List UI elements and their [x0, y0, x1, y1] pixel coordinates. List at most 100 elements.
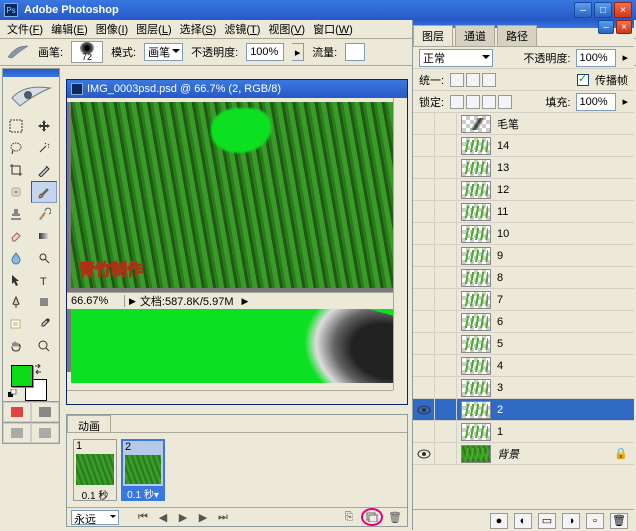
quickmask-mode-button[interactable] [31, 402, 59, 422]
lasso-tool[interactable] [3, 137, 29, 159]
visibility-toggle[interactable] [413, 421, 435, 442]
lock-paint-icon[interactable] [466, 95, 480, 109]
opacity-input[interactable]: 100% [246, 43, 284, 61]
layer-row[interactable]: 3 [413, 377, 634, 399]
link-cell[interactable] [435, 113, 457, 134]
dodge-tool[interactable] [31, 247, 57, 269]
unify-style-icon[interactable] [482, 73, 496, 87]
layer-row[interactable]: 7 [413, 289, 634, 311]
frame-delay[interactable]: 0.1 秒▾ [123, 486, 163, 499]
tab-channels[interactable]: 通道 [455, 25, 495, 46]
link-cell[interactable] [435, 421, 457, 442]
menu-view[interactable]: 视图(V) [265, 20, 308, 38]
layer-row[interactable]: 10 [413, 223, 634, 245]
zoom-tool[interactable] [31, 335, 57, 357]
canvas-main[interactable]: 青竹制作 [71, 102, 403, 288]
visibility-toggle[interactable] [413, 355, 435, 376]
gradient-tool[interactable] [31, 225, 57, 247]
layer-name[interactable]: 2 [495, 404, 634, 416]
layer-name[interactable]: 11 [495, 206, 634, 218]
visibility-toggle[interactable] [413, 113, 435, 134]
flow-input[interactable] [345, 43, 365, 61]
shape-tool[interactable] [31, 291, 57, 313]
move-tool[interactable] [31, 115, 57, 137]
layer-row[interactable]: 背景🔒 [413, 443, 634, 465]
menu-select[interactable]: 选择(S) [177, 20, 220, 38]
next-frame-button[interactable]: ▶ [195, 510, 211, 525]
visibility-toggle[interactable] [413, 245, 435, 266]
menu-file[interactable]: 文件(F) [4, 20, 46, 38]
lock-transparent-icon[interactable] [450, 95, 464, 109]
layer-row[interactable]: 5 [413, 333, 634, 355]
marquee-tool[interactable] [3, 115, 29, 137]
blend-mode-select[interactable]: 正常 [419, 49, 493, 67]
layer-name[interactable]: 8 [495, 272, 634, 284]
link-cell[interactable] [435, 135, 457, 156]
layer-row[interactable]: 1 [413, 421, 634, 443]
menu-filter[interactable]: 滤镜(T) [221, 20, 263, 38]
animation-frame[interactable]: 20.1 秒▾ [121, 439, 165, 501]
stamp-tool[interactable] [3, 203, 29, 225]
tab-layers[interactable]: 图层 [413, 25, 453, 46]
link-cell[interactable] [435, 355, 457, 376]
layer-name[interactable]: 3 [495, 382, 634, 394]
path-select-tool[interactable] [3, 269, 29, 291]
visibility-toggle[interactable] [413, 289, 435, 310]
lock-all-icon[interactable] [498, 95, 512, 109]
link-cell[interactable] [435, 179, 457, 200]
layer-style-button[interactable]: ● [490, 513, 508, 529]
link-cell[interactable] [435, 377, 457, 398]
layer-row[interactable]: 毛笔 [413, 113, 634, 135]
prev-frame-button[interactable]: ◀ [155, 510, 171, 525]
propagate-frame-checkbox[interactable] [577, 74, 589, 86]
layer-name[interactable]: 10 [495, 228, 634, 240]
visibility-toggle[interactable] [413, 135, 435, 156]
animation-frame[interactable]: 10.1 秒 [73, 439, 117, 501]
fill-input[interactable]: 100% [576, 93, 616, 111]
layer-mask-button[interactable]: ◐ [514, 513, 532, 529]
heal-tool[interactable] [3, 181, 29, 203]
delete-layer-button[interactable]: 🗑 [610, 513, 628, 529]
zoom-field[interactable]: 66.67% [67, 295, 125, 307]
layer-name[interactable]: 1 [495, 426, 634, 438]
visibility-toggle[interactable] [413, 311, 435, 332]
visibility-toggle[interactable] [413, 201, 435, 222]
lock-move-icon[interactable] [482, 95, 496, 109]
link-cell[interactable] [435, 245, 457, 266]
layer-row[interactable]: 4 [413, 355, 634, 377]
link-cell[interactable] [435, 157, 457, 178]
layer-name[interactable]: 毛笔 [495, 116, 634, 132]
mode-select[interactable]: 画笔 [144, 43, 183, 61]
menu-image[interactable]: 图像(I) [93, 20, 131, 38]
frame-delay[interactable]: 0.1 秒 [74, 487, 116, 500]
unify-visibility-icon[interactable] [466, 73, 480, 87]
visibility-toggle[interactable] [413, 223, 435, 244]
menu-window[interactable]: 窗口(W) [310, 20, 356, 38]
unify-position-icon[interactable] [450, 73, 464, 87]
new-frame-button[interactable] [361, 508, 383, 526]
canvas-secondary[interactable] [71, 309, 403, 383]
layer-name[interactable]: 4 [495, 360, 634, 372]
default-colors-icon[interactable] [8, 389, 18, 399]
menu-layer[interactable]: 图层(L) [133, 20, 174, 38]
visibility-toggle[interactable] [413, 399, 435, 420]
play-button[interactable]: ▶ [175, 510, 191, 525]
opacity-arrow-icon[interactable]: ▸ [622, 51, 628, 64]
new-adjustment-button[interactable]: ◑ [562, 513, 580, 529]
layer-row[interactable]: 9 [413, 245, 634, 267]
layer-row[interactable]: 14 [413, 135, 634, 157]
visibility-toggle[interactable] [413, 157, 435, 178]
close-button[interactable]: × [614, 2, 632, 18]
link-cell[interactable] [435, 443, 457, 464]
layer-name[interactable]: 13 [495, 162, 634, 174]
tween-button[interactable]: ⎘ [341, 510, 357, 525]
blur-tool[interactable] [3, 247, 29, 269]
link-cell[interactable] [435, 311, 457, 332]
fg-color-swatch[interactable] [11, 365, 33, 387]
panel-minimize-button[interactable]: – [598, 20, 614, 34]
layer-row[interactable]: 12 [413, 179, 634, 201]
notes-tool[interactable] [3, 313, 29, 335]
history-brush-tool[interactable] [31, 203, 57, 225]
layer-row[interactable]: 13 [413, 157, 634, 179]
status-menu2-icon[interactable]: ▶ [241, 296, 248, 307]
